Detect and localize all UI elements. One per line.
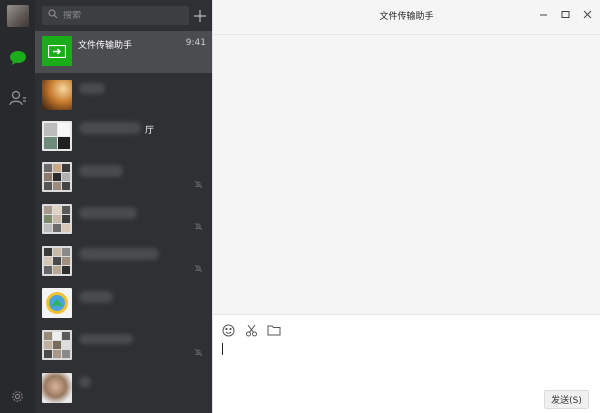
plus-icon <box>194 9 206 22</box>
chat-name: 厅 <box>145 126 155 136</box>
text-caret <box>222 343 223 355</box>
chat-item[interactable] <box>35 199 212 240</box>
file-transfer-avatar <box>42 36 72 66</box>
search-icon <box>48 9 58 22</box>
mute-icon <box>194 264 203 273</box>
minimize-icon[interactable] <box>537 8 550 21</box>
group-avatar <box>42 204 72 234</box>
group-avatar <box>42 162 72 192</box>
chat-item[interactable] <box>35 283 212 324</box>
search-input[interactable] <box>63 10 183 21</box>
chat-list-panel: 文件传输助手 9:41 厅 <box>35 0 212 413</box>
mute-icon <box>194 222 203 231</box>
maximize-icon[interactable] <box>559 8 572 21</box>
chat-name: 文件传输助手 <box>78 41 133 51</box>
user-avatar[interactable] <box>7 5 29 27</box>
emoji-icon[interactable] <box>221 323 235 337</box>
chat-item[interactable] <box>35 368 212 409</box>
contact-avatar <box>42 373 72 403</box>
settings-icon[interactable] <box>9 388 25 404</box>
mute-icon <box>194 180 203 189</box>
message-area <box>213 34 600 314</box>
folder-icon[interactable] <box>267 323 281 337</box>
mute-icon <box>194 348 203 357</box>
window-controls <box>537 8 594 21</box>
scissors-icon[interactable] <box>244 323 258 337</box>
group-avatar <box>42 121 72 151</box>
send-button[interactable]: 发送(S) <box>544 390 589 409</box>
add-chat-button[interactable] <box>192 6 208 25</box>
chat-item[interactable]: 厅 <box>35 116 212 157</box>
search-box[interactable] <box>42 6 189 25</box>
chat-item[interactable] <box>35 241 212 282</box>
chat-item[interactable] <box>35 75 212 116</box>
chat-icon[interactable] <box>8 48 28 68</box>
composer: 发送(S) <box>213 314 600 413</box>
close-icon[interactable] <box>581 8 594 21</box>
contact-avatar <box>42 288 72 318</box>
message-input[interactable] <box>221 342 591 386</box>
contacts-icon[interactable] <box>8 88 28 108</box>
composer-toolbar <box>221 323 281 337</box>
chat-time: 9:41 <box>185 38 206 48</box>
nav-rail <box>0 0 35 413</box>
chat-item[interactable] <box>35 157 212 198</box>
chat-item[interactable] <box>35 325 212 366</box>
group-avatar <box>42 330 72 360</box>
chat-item-file-transfer[interactable]: 文件传输助手 9:41 <box>35 31 212 73</box>
group-avatar <box>42 246 72 276</box>
contact-avatar <box>42 80 72 110</box>
chat-window: 文件传输助手 发送(S) <box>212 0 600 413</box>
